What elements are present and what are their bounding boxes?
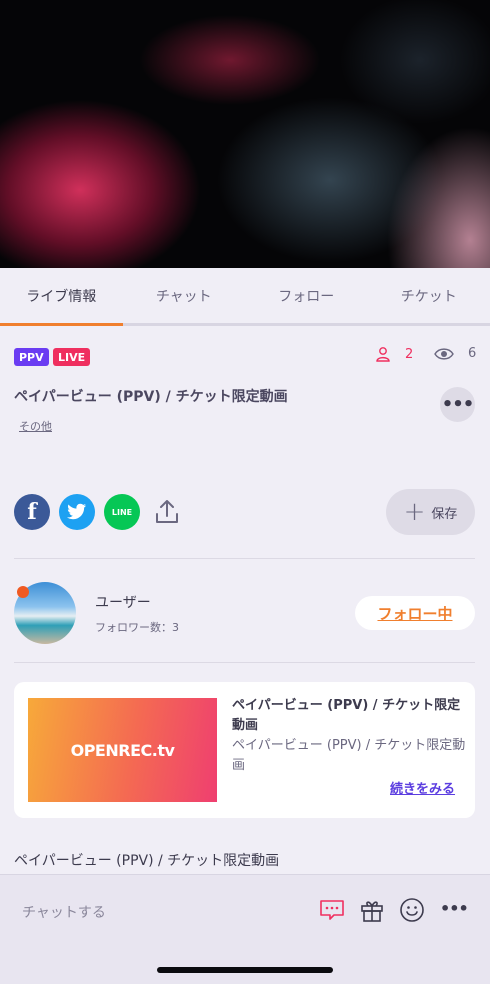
facebook-share-button[interactable]: f [14, 494, 50, 530]
stream-title: ペイパービュー (PPV) / チケット限定動画 [14, 389, 288, 405]
related-video-card[interactable]: OPENREC.tv ペイパービュー (PPV) / チケット限定動画 ペイパー… [14, 682, 475, 818]
eye-icon [434, 347, 454, 360]
follower-count: フォロワー数：3 [95, 621, 179, 634]
save-label: 保存 [431, 506, 458, 522]
view-count-value: 6 [468, 346, 477, 361]
comment-icon[interactable] [319, 897, 345, 923]
more-options-button[interactable]: ••• [440, 387, 475, 422]
ppv-badge: PPV [14, 348, 49, 366]
viewer-count: 2 [375, 346, 413, 362]
live-badge: LIVE [53, 348, 91, 366]
tab-live-info[interactable]: ライブ情報 [0, 268, 123, 326]
video-player[interactable] [0, 0, 490, 268]
twitter-share-button[interactable] [59, 494, 95, 530]
divider [14, 662, 475, 663]
follow-button[interactable]: フォロー中 [355, 596, 475, 630]
gift-icon[interactable] [359, 897, 385, 923]
tab-bar: ライブ情報 チャット フォロー チケット [0, 268, 490, 326]
chat-bar: チャットする ••• [0, 874, 490, 984]
emoji-icon[interactable] [399, 897, 425, 923]
video-thumbnail[interactable]: OPENREC.tv [28, 698, 217, 802]
description-text: ペイパービュー (PPV) / チケット限定動画 [14, 853, 280, 869]
live-indicator-dot [17, 586, 29, 598]
other-link[interactable]: その他 [19, 418, 52, 434]
viewer-count-value: 2 [405, 346, 414, 362]
tab-follow[interactable]: フォロー [245, 268, 368, 323]
upload-icon[interactable] [152, 497, 182, 527]
read-more-link[interactable]: 続きをみる [390, 778, 455, 797]
card-description: ペイパービュー (PPV) / チケット限定動画 [232, 738, 466, 773]
plus-icon: + [403, 497, 426, 527]
user-name[interactable]: ユーザー [95, 592, 151, 612]
person-icon [376, 347, 390, 362]
chat-more-icon[interactable]: ••• [440, 899, 469, 925]
card-title: ペイパービュー (PPV) / チケット限定動画 [232, 698, 461, 733]
line-share-button[interactable]: LINE [104, 494, 140, 530]
tab-chat[interactable]: チャット [123, 268, 246, 323]
tab-ticket[interactable]: チケット [368, 268, 490, 323]
chat-input[interactable]: チャットする [22, 902, 106, 922]
twitter-icon [67, 503, 86, 520]
save-button[interactable]: + 保存 [386, 489, 475, 535]
home-indicator [157, 967, 333, 973]
view-count: 6 [434, 346, 476, 361]
divider [14, 558, 475, 559]
openrec-logo: OPENREC.tv [70, 740, 175, 760]
